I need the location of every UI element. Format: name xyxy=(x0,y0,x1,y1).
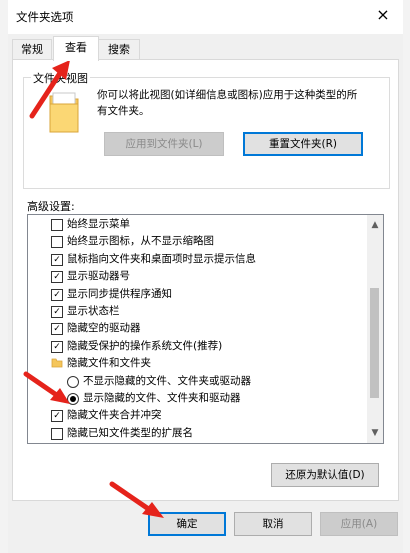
scroll-up-icon[interactable]: ▲ xyxy=(367,217,383,233)
title-bar: 文件夹选项 × xyxy=(8,0,403,34)
list-item-label: 隐藏受保护的操作系统文件(推荐) xyxy=(67,339,223,352)
list-item-label: 显示隐藏的文件、文件夹和驱动器 xyxy=(83,392,241,404)
list-item-label: 隐藏已知文件类型的扩展名 xyxy=(67,426,193,439)
dialog-title: 文件夹选项 xyxy=(16,10,74,24)
tab-label: 查看 xyxy=(65,41,87,54)
list-item-label: 鼠标指向文件夹和桌面项时显示提示信息 xyxy=(67,252,256,265)
folder-icon xyxy=(51,358,63,368)
checkbox-checked-icon[interactable]: ✓ xyxy=(51,323,63,336)
view-tab-panel: 文件夹视图 你可以将此视图(如详细信息或图标)应用于这种类型的所有文件夹。 应用… xyxy=(12,59,399,501)
background-window-right-edge xyxy=(402,0,410,553)
reset-folders-button[interactable]: 重置文件夹(R) xyxy=(243,132,363,156)
list-item-label: 显示驱动器号 xyxy=(67,270,130,283)
list-item-label: 始终显示菜单 xyxy=(67,218,130,230)
checkbox-icon[interactable] xyxy=(51,219,63,231)
tab-label: 常规 xyxy=(21,43,43,56)
annotation-arrow-icon xyxy=(109,481,164,518)
list-item-label: 始终显示图标，从不显示缩略图 xyxy=(67,235,214,248)
list-item-label: 隐藏空的驱动器 xyxy=(67,322,141,335)
close-icon[interactable]: × xyxy=(373,5,393,25)
checkbox-checked-icon[interactable]: ✓ xyxy=(51,410,63,423)
list-item-label: 显示同步提供程序通知 xyxy=(67,287,172,300)
list-item-label: 隐藏文件夹合并冲突 xyxy=(67,409,162,422)
checkbox-checked-icon[interactable]: ✓ xyxy=(51,306,63,318)
annotation-arrow-icon xyxy=(23,371,70,404)
tab-general[interactable]: 常规 xyxy=(12,39,52,60)
tab-view[interactable]: 查看 xyxy=(53,36,99,61)
annotation-arrow-icon xyxy=(29,60,70,119)
apply-to-folders-button[interactable]: 应用到文件夹(L) xyxy=(104,132,224,156)
folder-view-description: 你可以将此视图(如详细信息或图标)应用于这种类型的所有文件夹。 xyxy=(97,89,358,117)
list-scrollbar[interactable]: ▲ ▼ xyxy=(367,215,383,443)
checkbox-icon[interactable] xyxy=(51,427,63,440)
list-item-label: 隐藏文件和文件夹 xyxy=(67,357,151,370)
checkbox-checked-icon[interactable]: ✓ xyxy=(51,253,63,266)
scroll-thumb[interactable] xyxy=(370,288,379,398)
checkbox-checked-icon[interactable]: ✓ xyxy=(51,271,63,284)
advanced-settings-list[interactable]: 始终显示菜单始终显示图标，从不显示缩略图 ✓ 鼠标指向文件夹和桌面项时显示提示信息 ✓… xyxy=(27,214,384,444)
apply-button[interactable]: 应用(A) xyxy=(320,512,398,536)
restore-defaults-button[interactable]: 还原为默认值(D) xyxy=(271,463,379,487)
list-item-label: 显示状态栏 xyxy=(67,305,120,317)
checkbox-checked-icon[interactable]: ✓ xyxy=(51,288,63,301)
cancel-button[interactable]: 取消 xyxy=(234,512,312,536)
scroll-down-icon[interactable]: ▼ xyxy=(367,425,383,441)
checkbox-checked-icon[interactable]: ✓ xyxy=(51,340,63,353)
tab-search[interactable]: 搜索 xyxy=(98,39,140,60)
tab-label: 搜索 xyxy=(108,43,130,56)
advanced-settings-label: 高级设置: xyxy=(27,200,75,213)
list-item-label: 不显示隐藏的文件、文件夹或驱动器 xyxy=(83,374,251,387)
checkbox-icon[interactable] xyxy=(51,236,63,249)
